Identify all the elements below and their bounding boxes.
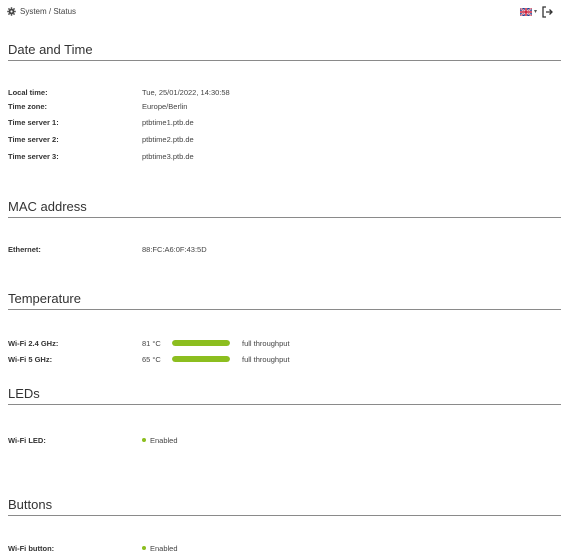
row-label: Time server 3: <box>8 151 59 161</box>
row-label: Time zone: <box>8 101 48 111</box>
logout-icon[interactable] <box>541 6 553 18</box>
row-label: Wi-Fi 2.4 GHz: <box>8 338 59 348</box>
chevron-down-icon: ▾ <box>534 9 538 15</box>
row-label: Wi-Fi 5 GHz: <box>8 354 53 364</box>
row-value: ptbtime3.ptb.de <box>142 151 194 161</box>
row-value: 65 °C full throughput <box>142 355 290 364</box>
throughput-bar-fill <box>172 356 230 362</box>
row-value: Europe/Berlin <box>142 101 188 111</box>
status-dot-icon <box>142 546 146 550</box>
section-title-date-time: Date and Time <box>8 42 561 61</box>
row-time-server-2: Time server 2: ptbtime2.ptb.de <box>8 133 194 145</box>
throughput-status: full throughput <box>242 338 290 348</box>
row-wifi-24: Wi-Fi 2.4 GHz: 81 °C full throughput <box>8 337 290 349</box>
row-wifi-5: Wi-Fi 5 GHz: 65 °C full throughput <box>8 353 290 365</box>
throughput-status: full throughput <box>242 354 290 364</box>
temperature-value: 81 °C <box>142 338 161 348</box>
status-dot-icon <box>142 438 146 442</box>
row-value: ptbtime1.ptb.de <box>142 117 194 127</box>
status-text: Enabled <box>150 543 178 553</box>
temperature-value: 65 °C <box>142 354 161 364</box>
gear-icon <box>7 7 16 16</box>
breadcrumb: System / Status <box>7 7 76 16</box>
row-value: Enabled <box>142 436 178 445</box>
section-title-mac-address: MAC address <box>8 199 561 218</box>
section-title-leds: LEDs <box>8 386 561 405</box>
row-value: 81 °C full throughput <box>142 339 290 348</box>
language-selector[interactable]: ▾ <box>520 8 537 16</box>
status-text: Enabled <box>150 435 178 445</box>
row-wifi-button: Wi-Fi button: Enabled <box>8 542 178 554</box>
row-value: Enabled <box>142 544 178 553</box>
section-title-buttons: Buttons <box>8 497 561 516</box>
row-time-server-3: Time server 3: ptbtime3.ptb.de <box>8 150 194 162</box>
row-local-time: Local time: Tue, 25/01/2022, 14:30:58 <box>8 86 230 98</box>
row-wifi-led: Wi-Fi LED: Enabled <box>8 434 178 446</box>
row-label: Wi-Fi button: <box>8 543 55 553</box>
row-label: Time server 2: <box>8 134 59 144</box>
row-value: 88:FC:A6:0F:43:5D <box>142 244 207 254</box>
row-value: Tue, 25/01/2022, 14:30:58 <box>142 87 230 97</box>
row-label: Ethernet: <box>8 244 41 254</box>
row-time-server-1: Time server 1: ptbtime1.ptb.de <box>8 116 194 128</box>
row-time-zone: Time zone: Europe/Berlin <box>8 100 187 112</box>
top-bar: System / Status ▾ <box>0 0 561 22</box>
throughput-bar <box>172 356 230 362</box>
row-ethernet: Ethernet: 88:FC:A6:0F:43:5D <box>8 243 207 255</box>
row-label: Wi-Fi LED: <box>8 435 46 445</box>
uk-flag-icon <box>520 8 532 16</box>
row-label: Local time: <box>8 87 48 97</box>
row-label: Time server 1: <box>8 117 59 127</box>
throughput-bar-fill <box>172 340 230 346</box>
section-title-temperature: Temperature <box>8 291 561 310</box>
breadcrumb-text: System / Status <box>20 7 77 16</box>
row-value: ptbtime2.ptb.de <box>142 134 194 144</box>
throughput-bar <box>172 340 230 346</box>
